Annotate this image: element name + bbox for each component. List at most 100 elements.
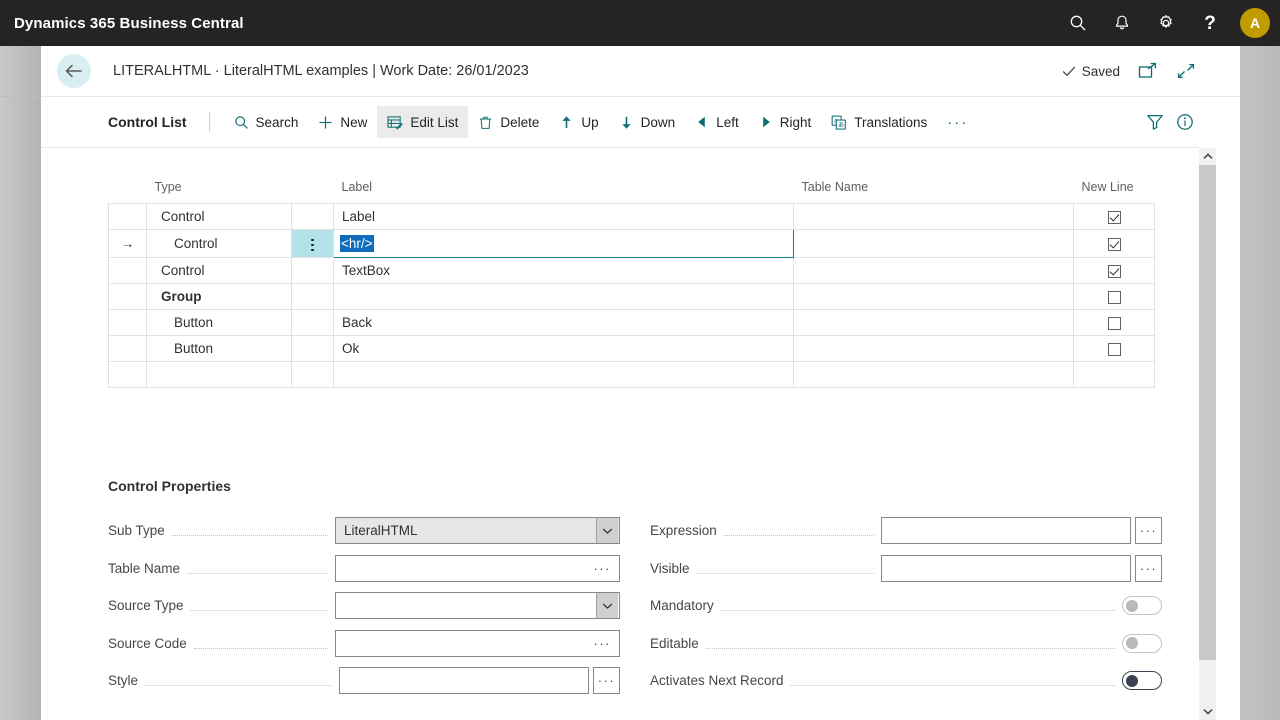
cell-new-line[interactable] — [1073, 308, 1155, 336]
table-name-input[interactable]: ··· — [335, 554, 620, 582]
cell-new-line[interactable] — [1073, 360, 1155, 388]
move-up-button-label: Up — [581, 114, 599, 130]
table-name-field: ··· — [335, 554, 620, 582]
assist-edit-icon[interactable]: ··· — [594, 562, 612, 575]
row-indicator — [108, 256, 147, 284]
column-header-new-line[interactable]: New Line — [1074, 180, 1155, 204]
notification-bell-icon[interactable] — [1100, 0, 1144, 46]
editable-toggle[interactable] — [1122, 633, 1162, 653]
cell-context-menu-button[interactable] — [291, 229, 334, 258]
move-down-button[interactable]: Down — [609, 106, 686, 138]
table-row[interactable]: → Control <hr/> — [108, 229, 1155, 258]
cell-type[interactable]: Control — [146, 256, 292, 284]
cell-new-line[interactable] — [1073, 256, 1155, 284]
expression-assist-edit-button[interactable]: ··· — [1135, 517, 1162, 545]
cell-type[interactable] — [146, 360, 292, 388]
search-button-label: Search — [255, 114, 299, 130]
command-overflow-button[interactable]: ··· — [939, 114, 976, 131]
settings-gear-icon[interactable] — [1144, 0, 1188, 46]
expression-input[interactable] — [881, 517, 1131, 545]
cell-type[interactable]: Group — [146, 282, 292, 310]
move-left-button[interactable]: Left — [685, 106, 749, 138]
mandatory-toggle[interactable] — [1122, 596, 1162, 616]
table-row[interactable]: Group — [108, 282, 1155, 310]
leader-dots — [696, 572, 874, 574]
cell-type[interactable]: Button — [146, 308, 292, 336]
collapse-icon[interactable] — [1176, 62, 1196, 80]
new-line-checkbox[interactable] — [1107, 316, 1121, 330]
cell-label-editor[interactable]: <hr/> — [333, 229, 794, 258]
cell-menu-placeholder — [291, 308, 334, 336]
table-row[interactable]: Control Label — [108, 203, 1155, 230]
new-line-checkbox[interactable] — [1107, 237, 1121, 251]
style-assist-edit-button[interactable]: ··· — [593, 667, 620, 695]
cell-new-line[interactable] — [1073, 203, 1155, 230]
cell-label[interactable]: Back — [333, 308, 794, 336]
filter-icon[interactable] — [1146, 113, 1164, 131]
cell-table-name[interactable] — [793, 256, 1074, 284]
new-button[interactable]: New — [308, 106, 377, 138]
cell-type[interactable]: Button — [146, 334, 292, 362]
move-up-button[interactable]: Up — [549, 106, 608, 138]
visible-input[interactable] — [881, 554, 1131, 582]
scrollbar-thumb[interactable] — [1199, 165, 1216, 660]
vertical-ellipsis-icon[interactable] — [311, 233, 314, 257]
column-header-type[interactable]: Type — [147, 180, 292, 204]
cell-label[interactable]: Label — [333, 203, 794, 230]
style-input[interactable] — [339, 667, 589, 695]
cell-label[interactable] — [333, 282, 794, 310]
page-surface: LITERALHTML · LiteralHTML examples | Wor… — [41, 46, 1240, 720]
toggle-knob — [1125, 637, 1138, 650]
new-line-checkbox[interactable] — [1107, 264, 1121, 278]
triangle-left-icon — [695, 115, 709, 129]
translations-button[interactable]: aあ Translations — [821, 106, 937, 138]
delete-button[interactable]: Delete — [468, 106, 549, 138]
activates-next-record-toggle[interactable] — [1122, 671, 1162, 691]
user-avatar[interactable]: A — [1240, 8, 1270, 38]
column-header-indicator — [109, 180, 147, 204]
cell-table-name[interactable] — [793, 282, 1074, 310]
new-line-checkbox[interactable] — [1107, 342, 1121, 356]
chevron-down-icon[interactable] — [596, 593, 618, 619]
cell-new-line[interactable] — [1073, 282, 1155, 310]
scroll-up-button[interactable] — [1199, 148, 1216, 165]
table-row[interactable]: Control TextBox — [108, 256, 1155, 284]
chevron-down-icon[interactable] — [596, 518, 618, 544]
info-icon[interactable] — [1176, 113, 1194, 131]
leader-dots — [145, 685, 332, 687]
new-line-checkbox[interactable] — [1107, 290, 1121, 304]
cell-table-name[interactable] — [793, 334, 1074, 362]
table-row[interactable]: Button Ok — [108, 334, 1155, 362]
back-arrow-icon[interactable] — [57, 54, 91, 88]
source-code-input[interactable]: ··· — [335, 629, 620, 657]
cell-type[interactable]: Control — [146, 203, 292, 230]
cell-new-line[interactable] — [1073, 334, 1155, 362]
open-in-new-window-icon[interactable] — [1138, 62, 1158, 80]
scroll-down-button[interactable] — [1199, 703, 1216, 720]
label-input[interactable]: <hr/> — [335, 230, 793, 256]
column-header-table-name[interactable]: Table Name — [794, 180, 1074, 204]
sub-type-input[interactable]: LiteralHTML — [335, 517, 620, 545]
help-question-icon[interactable]: ? — [1188, 0, 1232, 46]
cell-table-name[interactable] — [793, 229, 1074, 258]
table-row[interactable] — [108, 360, 1155, 388]
assist-edit-icon[interactable]: ··· — [594, 637, 612, 650]
cell-table-name[interactable] — [793, 360, 1074, 388]
content-vertical-scrollbar[interactable] — [1199, 148, 1216, 720]
edit-list-button[interactable]: Edit List — [377, 106, 469, 138]
cell-label[interactable]: TextBox — [333, 256, 794, 284]
cell-table-name[interactable] — [793, 308, 1074, 336]
search-button[interactable]: Search — [224, 106, 309, 138]
cell-new-line[interactable] — [1073, 229, 1155, 258]
cell-label[interactable] — [333, 360, 794, 388]
new-line-checkbox[interactable] — [1107, 210, 1121, 224]
cell-table-name[interactable] — [793, 203, 1074, 230]
move-right-button[interactable]: Right — [749, 106, 822, 138]
visible-assist-edit-button[interactable]: ··· — [1135, 554, 1162, 582]
cell-type[interactable]: Control — [146, 229, 292, 258]
source-type-input[interactable] — [335, 592, 620, 620]
column-header-label[interactable]: Label — [334, 180, 794, 204]
cell-label[interactable]: Ok — [333, 334, 794, 362]
table-row[interactable]: Button Back — [108, 308, 1155, 336]
search-icon[interactable] — [1056, 0, 1100, 46]
